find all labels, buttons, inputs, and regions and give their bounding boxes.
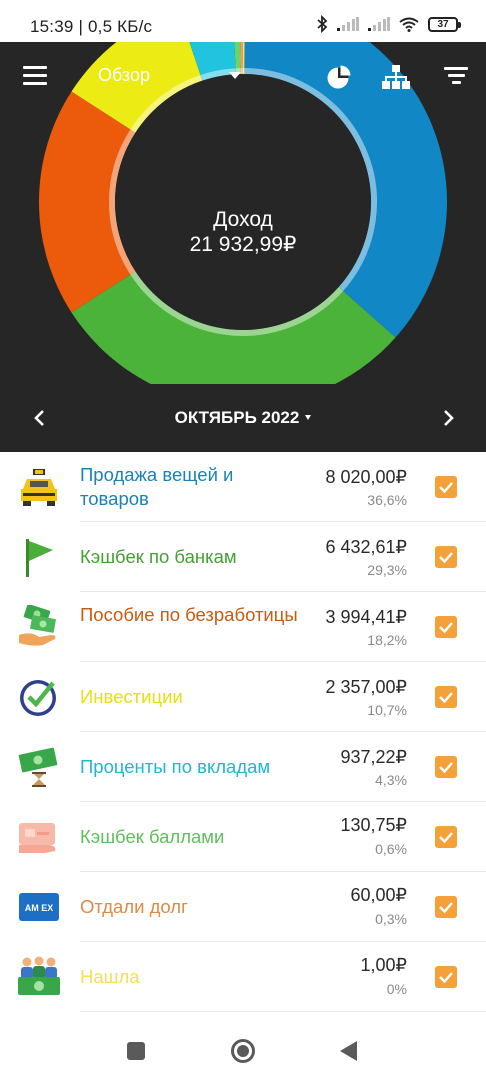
pie-chart-icon[interactable] (326, 64, 352, 90)
list-item-investments[interactable]: Инвестиции 2 357,00₽ 10,7% (0, 662, 486, 732)
chevron-left-icon[interactable] (28, 403, 52, 433)
checkbox-checked-icon[interactable] (435, 616, 457, 638)
category-percent: 4,3% (375, 772, 407, 788)
signal-icon (337, 17, 359, 31)
list-item-bank-cashback[interactable]: Кэшбек по банкам 6 432,61₽ 29,3% (0, 522, 486, 592)
view-dropdown[interactable]: Обзор (98, 65, 248, 89)
amex-label: AM EX (25, 903, 54, 913)
chart-center-title: Доход (213, 208, 273, 231)
checkbox-checked-icon[interactable] (435, 826, 457, 848)
view-dropdown-label: Обзор (98, 65, 150, 85)
money-hourglass-icon (18, 747, 58, 787)
status-bar: 15:39 | 0,5 КБ/с 37 (0, 0, 486, 42)
category-amount: 1,00₽ (360, 955, 408, 975)
category-percent: 0% (386, 981, 407, 997)
list-item-unemployment[interactable]: Пособие по безработицы 3 994,41₽ 18,2% (0, 592, 486, 662)
dropdown-triangle-icon (305, 414, 312, 420)
group-money-icon (18, 956, 60, 995)
wifi-icon (399, 17, 419, 32)
checkbox-checked-icon[interactable] (435, 756, 457, 778)
month-selector[interactable]: ОКТЯБРЬ 2022 (143, 408, 343, 428)
status-icons: 37 (316, 15, 461, 33)
category-amount: 6 432,61₽ (325, 537, 407, 557)
category-amount: 60,00₽ (350, 885, 408, 905)
category-amount: 3 994,41₽ (325, 607, 407, 627)
category-name: Отдали долг (80, 896, 188, 917)
status-time: 15:39 | 0,5 КБ/с (30, 17, 153, 36)
month-label: ОКТЯБРЬ 2022 (174, 408, 300, 427)
list-item-deposit-interest[interactable]: Проценты по вкладам 937,22₽ 4,3% (0, 732, 486, 802)
checkbox-checked-icon[interactable] (435, 896, 457, 918)
category-name: Продажа вещей и товаров (80, 464, 234, 509)
chart-center-total: 21 932,99₽ (189, 233, 297, 256)
checkbox-checked-icon[interactable] (435, 476, 457, 498)
clock-check-icon (20, 680, 56, 716)
battery-level: 37 (437, 18, 449, 30)
category-name: Нашла (80, 966, 140, 987)
filter-icon[interactable] (444, 67, 468, 87)
chevron-right-icon[interactable] (436, 403, 460, 433)
bluetooth-icon (317, 15, 328, 33)
hamburger-menu-icon[interactable] (23, 66, 47, 86)
category-name: Кэшбек по банкам (80, 546, 237, 567)
income-category-list: Продажа вещей и товаров 8 020,00₽ 36,6% … (0, 452, 486, 1012)
taxi-icon (21, 469, 57, 506)
category-amount: 2 357,00₽ (325, 677, 407, 697)
category-percent: 29,3% (367, 562, 407, 578)
category-name: Инвестиции (80, 686, 183, 707)
system-nav-bar (0, 1014, 486, 1080)
amex-card-icon: AM EX (19, 893, 59, 921)
home-icon[interactable] (231, 1039, 255, 1063)
flag-icon (26, 539, 53, 577)
card-hand-icon (19, 823, 56, 853)
category-percent: 36,6% (367, 492, 407, 508)
row-divider (80, 1011, 486, 1012)
battery-icon: 37 (428, 16, 461, 32)
category-amount: 937,22₽ (340, 747, 407, 767)
checkbox-checked-icon[interactable] (435, 686, 457, 708)
back-icon[interactable] (340, 1041, 357, 1061)
category-amount: 130,75₽ (340, 815, 407, 835)
money-hand-icon (19, 605, 56, 646)
category-percent: 18,2% (367, 632, 407, 648)
recent-apps-icon[interactable] (127, 1042, 145, 1060)
category-percent: 10,7% (367, 702, 407, 718)
list-item-debt-returned[interactable]: AM EX Отдали долг 60,00₽ 0,3% (0, 872, 486, 942)
category-name: Кэшбек баллами (80, 826, 225, 847)
checkbox-checked-icon[interactable] (435, 966, 457, 988)
category-name: Проценты по вкладам (80, 756, 271, 777)
donut-hole (115, 74, 371, 330)
list-item-found[interactable]: Нашла 1,00₽ 0% (0, 942, 486, 1012)
list-item-sales[interactable]: Продажа вещей и товаров 8 020,00₽ 36,6% (0, 452, 486, 522)
category-amount: 8 020,00₽ (325, 467, 407, 487)
category-name: Пособие по безработицы (80, 604, 298, 625)
category-percent: 0,3% (375, 911, 407, 927)
list-item-points-cashback[interactable]: Кэшбек баллами 130,75₽ 0,6% (0, 802, 486, 872)
signal-icon-2 (368, 17, 390, 31)
checkbox-checked-icon[interactable] (435, 546, 457, 568)
chevron-down-icon (229, 72, 241, 79)
hierarchy-icon[interactable] (382, 64, 410, 90)
category-percent: 0,6% (375, 841, 407, 857)
income-donut-chart[interactable]: Доход 21 932,99₽ (0, 42, 486, 384)
